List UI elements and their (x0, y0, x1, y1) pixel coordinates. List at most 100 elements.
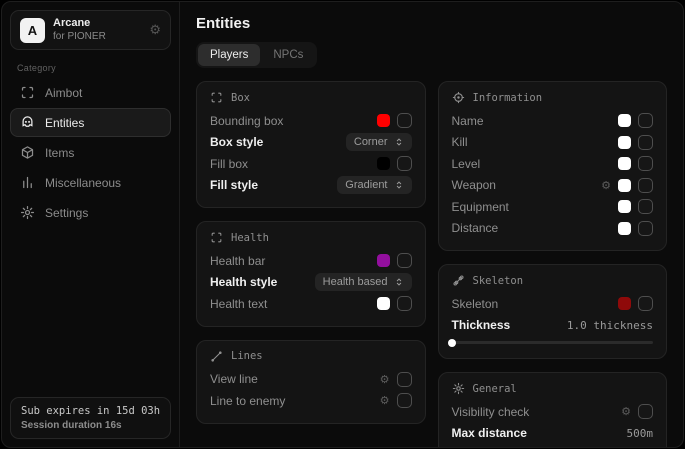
gear-icon[interactable]: ⚙ (621, 405, 631, 418)
sidebar-item-label: Settings (45, 206, 88, 220)
setting-label: Health bar (210, 254, 369, 268)
dropdown-value: Gradient (345, 179, 387, 191)
setting-label: Visibility check (452, 405, 614, 419)
setting-label: Weapon (452, 178, 594, 192)
color-swatch[interactable] (377, 297, 390, 310)
checkbox[interactable] (397, 393, 412, 408)
setting-row-kill: Kill (452, 132, 654, 154)
sidebar: A Arcane for PIONER ⚙ Category Aimbot En… (2, 2, 180, 447)
unfold-icon (394, 137, 404, 147)
checkbox[interactable] (397, 113, 412, 128)
checkbox[interactable] (397, 372, 412, 387)
sidebar-item-entities[interactable]: Entities (10, 108, 171, 137)
setting-row-health-bar: Health bar (210, 250, 412, 272)
sidebar-item-settings[interactable]: Settings (10, 198, 171, 227)
brand-card: A Arcane for PIONER ⚙ (10, 10, 171, 50)
setting-row-fill-box: Fill box (210, 153, 412, 175)
slider-track (452, 341, 654, 344)
color-swatch[interactable] (618, 179, 631, 192)
checkbox[interactable] (638, 404, 653, 419)
gear-icon[interactable]: ⚙ (380, 373, 390, 386)
box-style-dropdown[interactable]: Corner (346, 133, 412, 151)
reticle-icon (452, 91, 465, 104)
brand-subtitle: for PIONER (53, 31, 106, 44)
max-distance-slider[interactable] (452, 445, 654, 447)
page-title: Entities (196, 15, 667, 32)
color-swatch[interactable] (618, 157, 631, 170)
gear-icon[interactable]: ⚙ (149, 22, 161, 38)
card-lines: Lines View line ⚙ Line to enemy ⚙ (196, 340, 426, 424)
setting-row-line-to-enemy: Line to enemy ⚙ (210, 390, 412, 412)
color-swatch[interactable] (377, 254, 390, 267)
setting-label: Fill box (210, 157, 369, 171)
sidebar-item-aimbot[interactable]: Aimbot (10, 78, 171, 107)
main-content: Entities Players NPCs Box Bounding box (180, 2, 683, 447)
card-title: General (473, 383, 517, 395)
setting-row-name: Name (452, 110, 654, 132)
sidebar-item-label: Aimbot (45, 86, 82, 100)
checkbox[interactable] (397, 253, 412, 268)
color-swatch[interactable] (377, 157, 390, 170)
card-skeleton-header: Skeleton (452, 274, 654, 287)
color-swatch[interactable] (377, 114, 390, 127)
setting-label: Name (452, 114, 611, 128)
unfold-icon (394, 180, 404, 190)
sidebar-item-items[interactable]: Items (10, 138, 171, 167)
card-title: Box (231, 92, 250, 104)
thickness-slider[interactable] (452, 337, 654, 347)
scan-icon (210, 231, 223, 244)
bars-icon (20, 175, 35, 190)
color-swatch[interactable] (618, 114, 631, 127)
checkbox[interactable] (638, 296, 653, 311)
app-window: A Arcane for PIONER ⚙ Category Aimbot En… (1, 1, 684, 448)
setting-row-bounding-box: Bounding box (210, 110, 412, 132)
color-swatch[interactable] (618, 200, 631, 213)
health-style-dropdown[interactable]: Health based (315, 273, 412, 291)
card-box: Box Bounding box Box style Corner (196, 81, 426, 208)
setting-row-distance: Distance (452, 218, 654, 240)
setting-label: Kill (452, 135, 611, 149)
card-general-header: General (452, 382, 654, 395)
setting-row-visibility-check: Visibility check ⚙ (452, 401, 654, 423)
sidebar-item-label: Miscellaneous (45, 176, 121, 190)
checkbox[interactable] (638, 178, 653, 193)
thickness-value: 1.0 thickness (567, 319, 653, 332)
checkbox[interactable] (397, 156, 412, 171)
sidebar-item-miscellaneous[interactable]: Miscellaneous (10, 168, 171, 197)
setting-row-skeleton: Skeleton (452, 293, 654, 315)
checkbox[interactable] (638, 221, 653, 236)
fill-style-dropdown[interactable]: Gradient (337, 176, 411, 194)
diagonal-line-icon (210, 350, 223, 363)
card-health: Health Health bar Health style Health ba… (196, 221, 426, 327)
dropdown-value: Health based (323, 276, 388, 288)
color-swatch[interactable] (618, 222, 631, 235)
checkbox[interactable] (638, 199, 653, 214)
category-label: Category (17, 63, 171, 73)
checkbox[interactable] (397, 296, 412, 311)
card-box-header: Box (210, 91, 412, 104)
setting-label: Line to enemy (210, 394, 372, 408)
card-title: Skeleton (473, 275, 524, 287)
setting-label: Equipment (452, 200, 611, 214)
card-information: Information Name Kill (438, 81, 668, 251)
brand-text: Arcane for PIONER (53, 17, 106, 43)
cube-icon (20, 145, 35, 160)
color-swatch[interactable] (618, 297, 631, 310)
brand-name: Arcane (53, 17, 106, 31)
setting-row-health-text: Health text (210, 293, 412, 315)
setting-label: Level (452, 157, 611, 171)
setting-label: Box style (210, 135, 338, 149)
tab-npcs[interactable]: NPCs (261, 44, 315, 66)
setting-row-equipment: Equipment (452, 196, 654, 218)
checkbox[interactable] (638, 113, 653, 128)
checkbox[interactable] (638, 135, 653, 150)
tab-players[interactable]: Players (198, 44, 260, 66)
setting-label: Skeleton (452, 297, 611, 311)
gear-icon[interactable]: ⚙ (601, 179, 611, 192)
gear-icon[interactable]: ⚙ (380, 394, 390, 407)
card-skeleton: Skeleton Skeleton Thickness 1.0 thicknes… (438, 264, 668, 359)
color-swatch[interactable] (618, 136, 631, 149)
max-distance-value: 500m (627, 427, 654, 440)
checkbox[interactable] (638, 156, 653, 171)
session-duration-text: Session duration 16s (21, 420, 160, 431)
